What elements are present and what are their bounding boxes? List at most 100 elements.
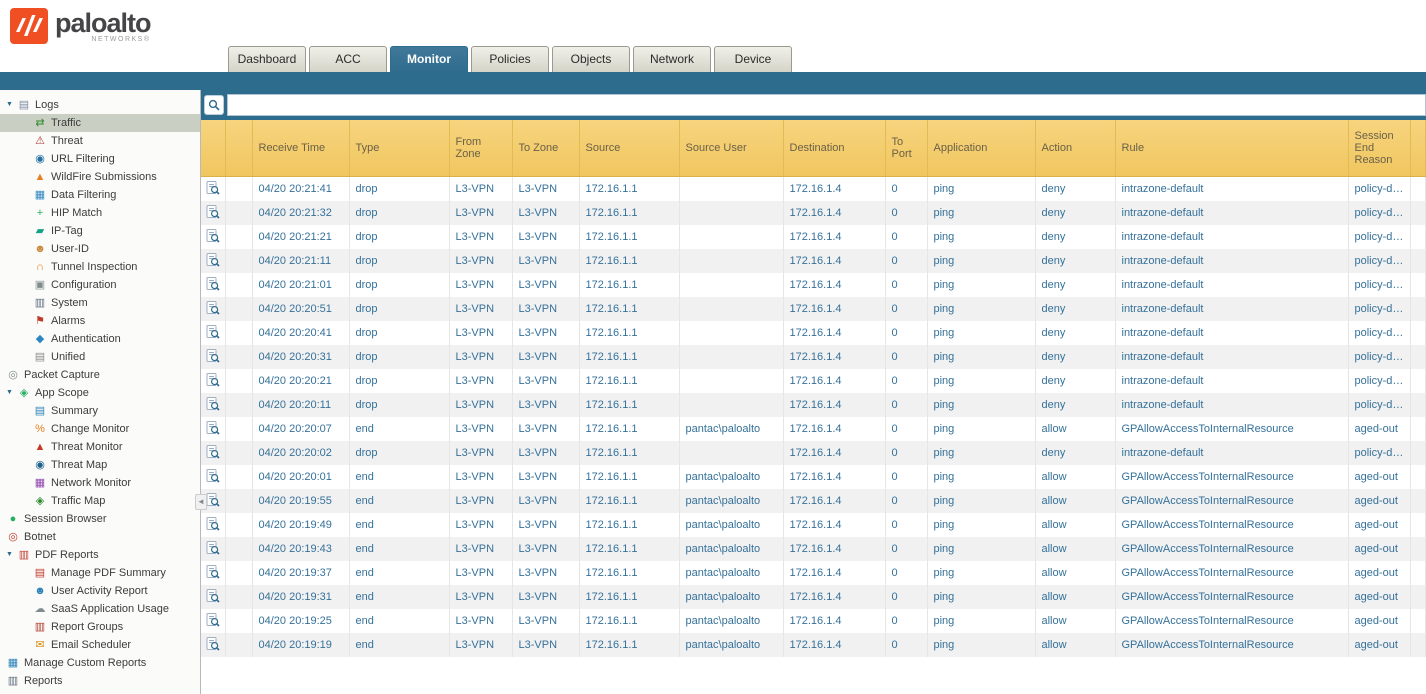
sidebar-item-wildfire-submissions[interactable]: ▲WildFire Submissions (0, 168, 200, 186)
column-header-rule[interactable]: Rule (1115, 120, 1348, 177)
cell-application[interactable]: ping (927, 513, 1035, 537)
cell-to_zone[interactable]: L3-VPN (512, 225, 579, 249)
tab-dashboard[interactable]: Dashboard (228, 46, 306, 72)
cell-from_zone[interactable]: L3-VPN (449, 537, 512, 561)
tab-device[interactable]: Device (714, 46, 792, 72)
sidebar-item-manage-custom-reports[interactable]: ▦Manage Custom Reports (0, 654, 200, 672)
cell-to_port[interactable]: 0 (885, 585, 927, 609)
cell-source[interactable]: 172.16.1.1 (579, 417, 679, 441)
cell-to_zone[interactable]: L3-VPN (512, 369, 579, 393)
cell-type[interactable]: end (349, 489, 449, 513)
cell-destination[interactable]: 172.16.1.4 (783, 345, 885, 369)
cell-rule[interactable]: GPAllowAccessToInternalResource (1115, 561, 1348, 585)
column-header-to_zone[interactable]: To Zone (512, 120, 579, 177)
log-detail-icon[interactable] (201, 201, 225, 225)
cell-to_port[interactable]: 0 (885, 441, 927, 465)
tab-policies[interactable]: Policies (471, 46, 549, 72)
cell-to_zone[interactable]: L3-VPN (512, 585, 579, 609)
log-detail-icon[interactable] (201, 513, 225, 537)
tab-network[interactable]: Network (633, 46, 711, 72)
cell-source[interactable]: 172.16.1.1 (579, 513, 679, 537)
cell-receive_time[interactable]: 04/20 20:19:19 (252, 633, 349, 657)
cell-to_port[interactable]: 0 (885, 633, 927, 657)
sidebar-item-manage-pdf-summary[interactable]: ▤Manage PDF Summary (0, 564, 200, 582)
sidebar-item-data-filtering[interactable]: ▦Data Filtering (0, 186, 200, 204)
cell-receive_time[interactable]: 04/20 20:20:01 (252, 465, 349, 489)
cell-from_zone[interactable]: L3-VPN (449, 417, 512, 441)
log-filter-input[interactable] (227, 94, 1426, 116)
cell-action[interactable]: deny (1035, 441, 1115, 465)
cell-to_port[interactable]: 0 (885, 249, 927, 273)
cell-action[interactable]: deny (1035, 297, 1115, 321)
cell-destination[interactable]: 172.16.1.4 (783, 633, 885, 657)
cell-rule[interactable]: intrazone-default (1115, 201, 1348, 225)
sidebar-item-alarms[interactable]: ⚑Alarms (0, 312, 200, 330)
cell-action[interactable]: deny (1035, 225, 1115, 249)
cell-from_zone[interactable]: L3-VPN (449, 297, 512, 321)
cell-session_end_reason[interactable]: aged-out (1348, 585, 1410, 609)
cell-application[interactable]: ping (927, 345, 1035, 369)
cell-action[interactable]: allow (1035, 489, 1115, 513)
cell-session_end_reason[interactable]: policy-deny (1348, 369, 1410, 393)
expander-icon[interactable]: ▼ (6, 96, 17, 114)
cell-from_zone[interactable]: L3-VPN (449, 321, 512, 345)
cell-type[interactable]: end (349, 585, 449, 609)
log-detail-icon[interactable] (201, 417, 225, 441)
cell-destination[interactable]: 172.16.1.4 (783, 393, 885, 417)
cell-receive_time[interactable]: 04/20 20:19:43 (252, 537, 349, 561)
cell-receive_time[interactable]: 04/20 20:20:02 (252, 441, 349, 465)
cell-to_port[interactable]: 0 (885, 225, 927, 249)
tab-acc[interactable]: ACC (309, 46, 387, 72)
cell-to_port[interactable]: 0 (885, 489, 927, 513)
cell-to_port[interactable]: 0 (885, 345, 927, 369)
cell-rule[interactable]: GPAllowAccessToInternalResource (1115, 609, 1348, 633)
cell-to_zone[interactable]: L3-VPN (512, 441, 579, 465)
cell-to_port[interactable]: 0 (885, 513, 927, 537)
cell-from_zone[interactable]: L3-VPN (449, 345, 512, 369)
cell-session_end_reason[interactable]: policy-deny (1348, 201, 1410, 225)
cell-rule[interactable]: intrazone-default (1115, 225, 1348, 249)
sidebar-item-network-monitor[interactable]: ▦Network Monitor (0, 474, 200, 492)
cell-to_port[interactable]: 0 (885, 201, 927, 225)
cell-from_zone[interactable]: L3-VPN (449, 249, 512, 273)
sidebar-item-botnet[interactable]: ◎Botnet (0, 528, 200, 546)
cell-from_zone[interactable]: L3-VPN (449, 513, 512, 537)
cell-action[interactable]: deny (1035, 321, 1115, 345)
cell-to_port[interactable]: 0 (885, 369, 927, 393)
cell-rule[interactable]: GPAllowAccessToInternalResource (1115, 633, 1348, 657)
cell-source[interactable]: 172.16.1.1 (579, 441, 679, 465)
cell-type[interactable]: drop (349, 297, 449, 321)
cell-session_end_reason[interactable]: policy-deny (1348, 225, 1410, 249)
sidebar-item-ip-tag[interactable]: ▰IP-Tag (0, 222, 200, 240)
cell-action[interactable]: allow (1035, 609, 1115, 633)
cell-destination[interactable]: 172.16.1.4 (783, 201, 885, 225)
cell-destination[interactable]: 172.16.1.4 (783, 561, 885, 585)
cell-to_zone[interactable]: L3-VPN (512, 273, 579, 297)
log-detail-icon[interactable] (201, 633, 225, 657)
cell-source_user[interactable]: pantac\paloalto (679, 513, 783, 537)
cell-action[interactable]: allow (1035, 537, 1115, 561)
sidebar-item-tunnel-inspection[interactable]: ∩Tunnel Inspection (0, 258, 200, 276)
sidebar-item-unified[interactable]: ▤Unified (0, 348, 200, 366)
cell-application[interactable]: ping (927, 393, 1035, 417)
cell-destination[interactable]: 172.16.1.4 (783, 513, 885, 537)
sidebar-item-saas-application-usage[interactable]: ☁SaaS Application Usage (0, 600, 200, 618)
cell-receive_time[interactable]: 04/20 20:19:31 (252, 585, 349, 609)
cell-from_zone[interactable]: L3-VPN (449, 177, 512, 202)
cell-to_zone[interactable]: L3-VPN (512, 417, 579, 441)
cell-rule[interactable]: intrazone-default (1115, 297, 1348, 321)
cell-from_zone[interactable]: L3-VPN (449, 369, 512, 393)
cell-destination[interactable]: 172.16.1.4 (783, 225, 885, 249)
cell-destination[interactable]: 172.16.1.4 (783, 273, 885, 297)
cell-application[interactable]: ping (927, 609, 1035, 633)
cell-session_end_reason[interactable]: aged-out (1348, 417, 1410, 441)
cell-to_zone[interactable]: L3-VPN (512, 345, 579, 369)
cell-application[interactable]: ping (927, 441, 1035, 465)
log-detail-icon[interactable] (201, 225, 225, 249)
cell-to_port[interactable]: 0 (885, 417, 927, 441)
cell-to_zone[interactable]: L3-VPN (512, 513, 579, 537)
cell-receive_time[interactable]: 04/20 20:21:11 (252, 249, 349, 273)
cell-session_end_reason[interactable]: policy-deny (1348, 441, 1410, 465)
log-detail-icon[interactable] (201, 369, 225, 393)
expander-icon[interactable]: ▼ (6, 384, 17, 402)
